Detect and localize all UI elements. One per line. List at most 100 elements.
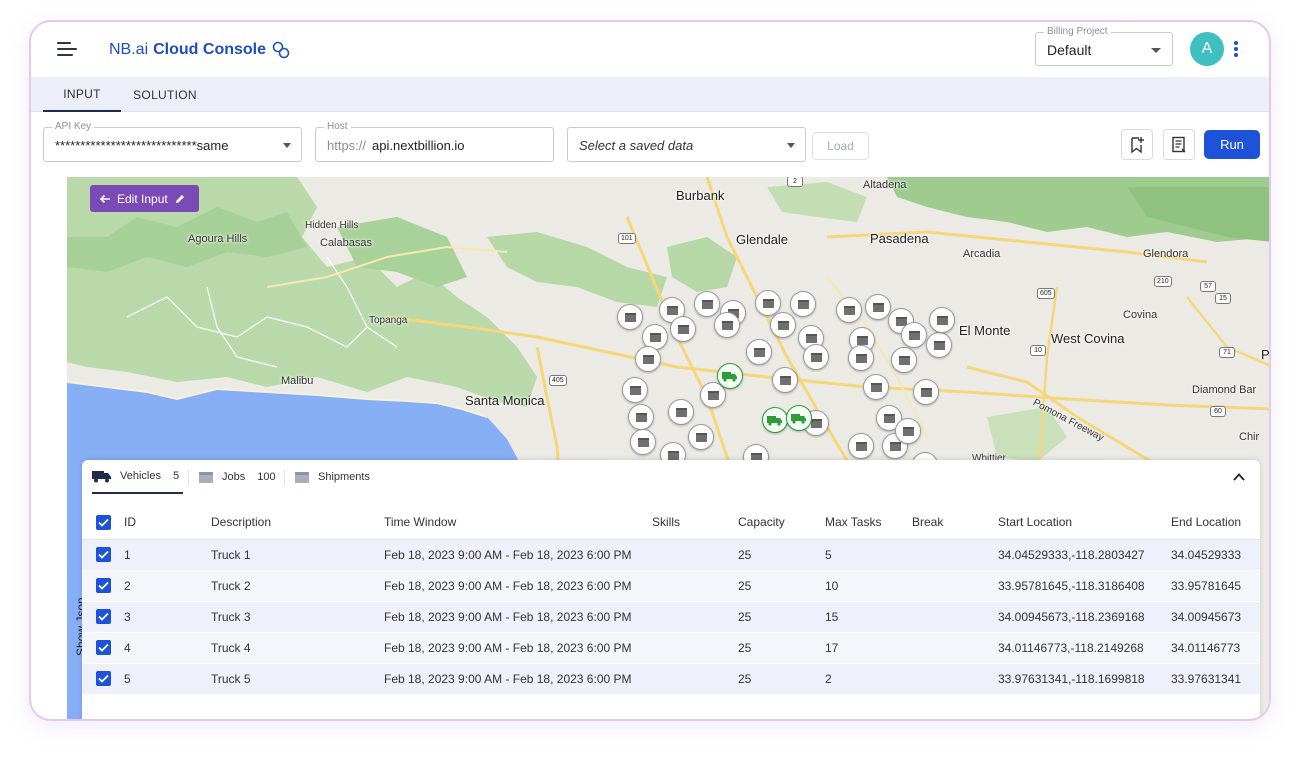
- route-shield: 71: [1219, 347, 1235, 358]
- saved-data-select[interactable]: Select a saved data: [567, 127, 806, 162]
- brand[interactable]: NB.ai Cloud Console: [109, 40, 291, 60]
- job-marker[interactable]: [694, 291, 720, 317]
- tab-jobs[interactable]: Jobs 100: [198, 460, 276, 494]
- box-icon: [797, 299, 809, 309]
- box-icon: [629, 385, 641, 395]
- job-marker[interactable]: [746, 339, 772, 365]
- job-marker[interactable]: [628, 404, 654, 430]
- api-key-label: API Key: [52, 121, 95, 132]
- avatar[interactable]: A: [1190, 32, 1224, 66]
- job-marker[interactable]: [891, 347, 917, 373]
- box-icon: [701, 299, 713, 309]
- chevron-up-icon[interactable]: [1232, 470, 1246, 484]
- row-checkbox[interactable]: [96, 578, 111, 594]
- job-marker[interactable]: [772, 367, 798, 393]
- box-icon: [883, 413, 895, 423]
- box-icon: [933, 340, 945, 350]
- job-marker[interactable]: [617, 304, 643, 330]
- edit-input-button[interactable]: Edit Input: [90, 185, 199, 212]
- box-icon: [902, 426, 914, 436]
- arrow-left-icon: [99, 194, 110, 203]
- job-marker[interactable]: [635, 346, 661, 372]
- job-marker[interactable]: [630, 429, 656, 455]
- column-header[interactable]: Break: [912, 506, 998, 540]
- job-marker[interactable]: [913, 379, 939, 405]
- tab-solution[interactable]: SOLUTION: [125, 77, 205, 112]
- job-marker[interactable]: [714, 312, 740, 338]
- app-header: NB.ai Cloud Console Billing Project Defa…: [31, 22, 1269, 77]
- cell-max-tasks: 15: [825, 601, 912, 633]
- cell-start-location: 34.04529333,-118.2803427: [998, 539, 1171, 571]
- job-marker[interactable]: [848, 433, 874, 459]
- job-marker[interactable]: [926, 332, 952, 358]
- table-row[interactable]: 3 Truck 3 Feb 18, 2023 9:00 AM - Feb 18,…: [82, 601, 1260, 633]
- vehicle-marker[interactable]: [762, 407, 788, 433]
- chevron-down-icon: [1151, 48, 1161, 53]
- tab-input[interactable]: INPUT: [43, 77, 121, 112]
- column-header[interactable]: Description: [211, 506, 384, 540]
- route-shield: 57: [1200, 281, 1216, 292]
- job-marker[interactable]: [836, 297, 862, 323]
- bookmark-button[interactable]: [1121, 129, 1153, 160]
- column-header[interactable]: Skills: [652, 506, 738, 540]
- job-marker[interactable]: [863, 374, 889, 400]
- map-label: Calabasas: [320, 237, 372, 249]
- job-marker[interactable]: [770, 312, 796, 338]
- row-checkbox[interactable]: [96, 671, 111, 687]
- job-marker[interactable]: [622, 377, 648, 403]
- run-button[interactable]: Run: [1204, 130, 1260, 159]
- vehicles-table: ID Description Time Window Skills Capaci…: [82, 506, 1260, 695]
- brand-title: Cloud Console: [153, 41, 267, 58]
- job-marker[interactable]: [670, 316, 696, 342]
- row-checkbox[interactable]: [96, 547, 111, 563]
- api-key-field[interactable]: API Key ****************************same: [43, 121, 302, 162]
- column-header[interactable]: Capacity: [738, 506, 825, 540]
- column-header[interactable]: Time Window: [384, 506, 652, 540]
- box-icon: [707, 390, 719, 400]
- edit-input-label: Edit Input: [117, 191, 168, 206]
- api-key-value: ****************************same: [55, 138, 229, 153]
- tab-vehicles[interactable]: Vehicles 5: [92, 460, 184, 494]
- column-header[interactable]: ID: [124, 506, 211, 540]
- tab-jobs-label: Jobs: [222, 471, 246, 483]
- row-checkbox[interactable]: [96, 609, 111, 625]
- table-row[interactable]: 2 Truck 2 Feb 18, 2023 9:00 AM - Feb 18,…: [82, 570, 1260, 602]
- job-marker[interactable]: [803, 344, 829, 370]
- cell-time-window: Feb 18, 2023 9:00 AM - Feb 18, 2023 6:00…: [384, 663, 652, 695]
- menu-icon[interactable]: [57, 42, 77, 56]
- column-header[interactable]: Max Tasks: [825, 506, 912, 540]
- cell-start-location: 33.95781645,-118.3186408: [998, 570, 1171, 602]
- cell-end-location: 33.95781645: [1171, 570, 1260, 602]
- job-marker[interactable]: [865, 294, 891, 320]
- column-header[interactable]: End Location: [1171, 506, 1260, 540]
- billing-project-select[interactable]: Billing Project Default: [1035, 26, 1173, 66]
- column-header[interactable]: Start Location: [998, 506, 1171, 540]
- cell-description: Truck 5: [211, 663, 384, 695]
- table-row[interactable]: 1 Truck 1 Feb 18, 2023 9:00 AM - Feb 18,…: [82, 539, 1260, 571]
- vehicle-marker[interactable]: [717, 363, 743, 389]
- box-icon: [677, 324, 689, 334]
- cell-break: [912, 539, 998, 571]
- cell-skills: [652, 601, 738, 633]
- table-row[interactable]: 4 Truck 4 Feb 18, 2023 9:00 AM - Feb 18,…: [82, 632, 1260, 664]
- json-list-button[interactable]: [1163, 129, 1195, 160]
- tab-shipments[interactable]: Shipments: [294, 460, 370, 494]
- job-marker[interactable]: [668, 399, 694, 425]
- cell-skills: [652, 570, 738, 602]
- job-marker[interactable]: [929, 307, 955, 333]
- host-field[interactable]: Host https:// api.nextbillion.io: [315, 121, 554, 162]
- select-all-checkbox[interactable]: [96, 514, 111, 530]
- row-checkbox[interactable]: [96, 640, 111, 656]
- truck-icon: [92, 470, 111, 482]
- job-marker[interactable]: [790, 291, 816, 317]
- job-marker[interactable]: [901, 322, 927, 348]
- load-button[interactable]: Load: [812, 132, 869, 160]
- table-row[interactable]: 5 Truck 5 Feb 18, 2023 9:00 AM - Feb 18,…: [82, 663, 1260, 695]
- map-label: Glendale: [736, 232, 789, 247]
- job-marker[interactable]: [848, 345, 874, 371]
- map-label: Glendora: [1143, 248, 1189, 260]
- more-vert-icon[interactable]: [1233, 41, 1239, 57]
- job-marker[interactable]: [688, 424, 714, 450]
- job-marker[interactable]: [895, 418, 921, 444]
- vehicle-marker[interactable]: [786, 405, 812, 431]
